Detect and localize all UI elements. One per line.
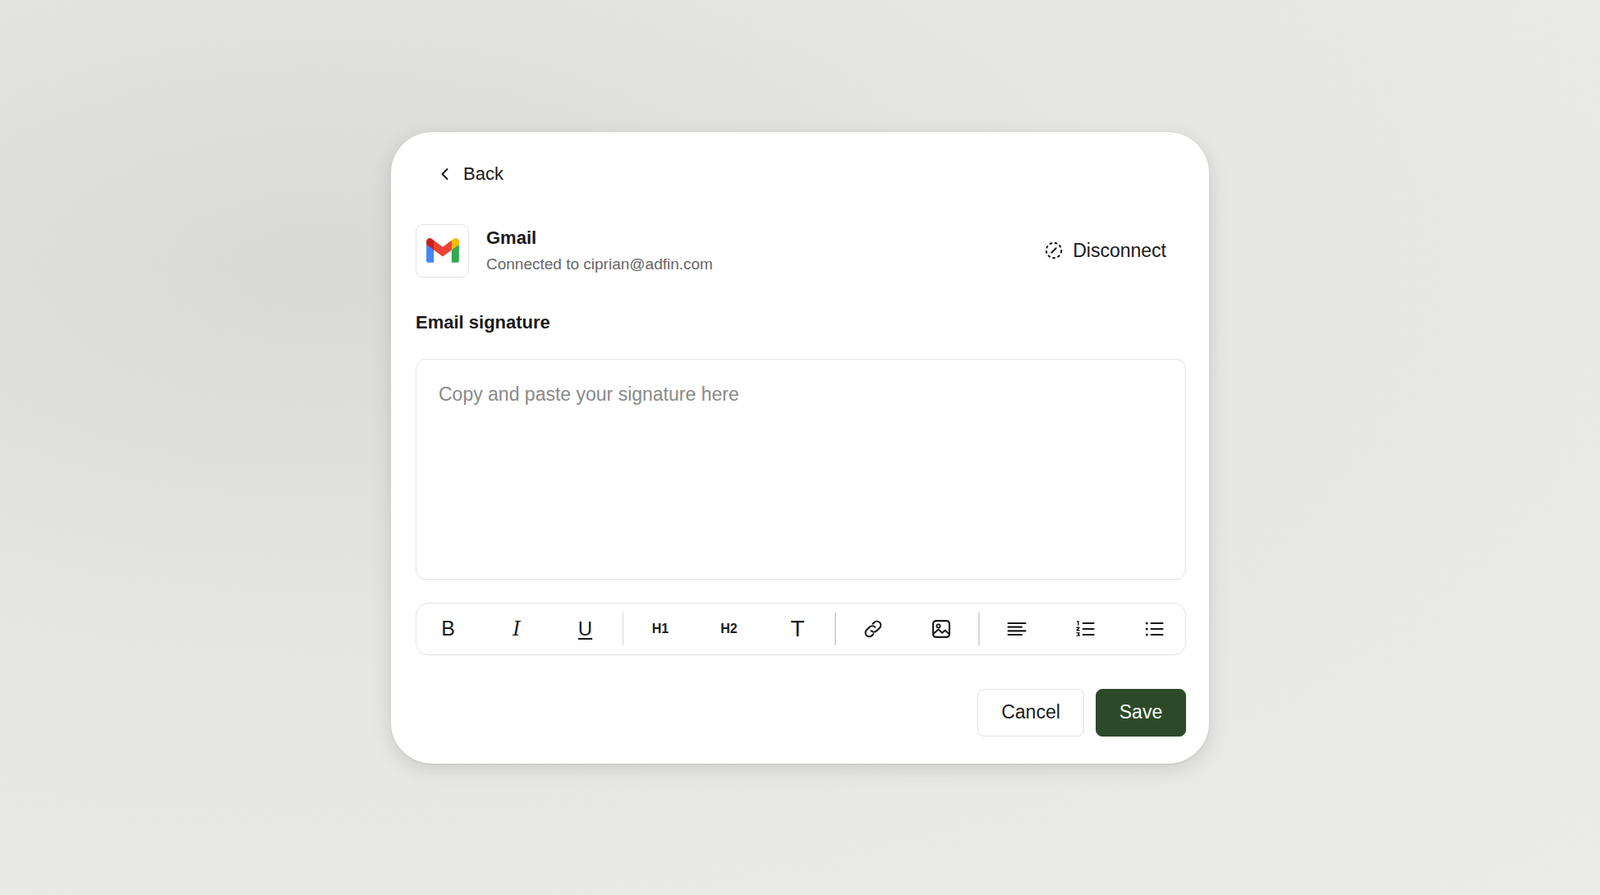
bullet-list-icon <box>1142 617 1166 641</box>
gmail-logo-box <box>415 224 469 278</box>
heading-button[interactable]: H1 <box>629 603 693 654</box>
formatting-toolbar: BIUH1H2T <box>415 602 1187 656</box>
toolbar-divider <box>978 612 980 646</box>
primary-button[interactable]: Save <box>1095 689 1187 737</box>
secondary-button[interactable]: Cancel <box>977 689 1085 737</box>
ordered-list-icon <box>1073 617 1097 641</box>
heading-button[interactable]: T <box>766 603 830 654</box>
format-button[interactable]: B <box>416 603 480 654</box>
format-button[interactable]: U <box>553 603 617 654</box>
toolbar-divider <box>622 612 625 646</box>
bullet-list-button[interactable] <box>1121 603 1186 654</box>
integration-name: Gmail <box>486 227 1018 249</box>
gmail-logo-icon <box>426 238 460 263</box>
connection-status: Connected to ciprian@adfin.com <box>486 255 1018 274</box>
section-title: Email signature <box>415 312 1187 336</box>
heading-button[interactable]: H2 <box>697 603 761 654</box>
disconnect-icon <box>1043 239 1065 262</box>
disconnect-label: Disconnect <box>1072 239 1167 263</box>
link-button[interactable] <box>841 603 905 654</box>
signature-editor[interactable] <box>415 358 1187 580</box>
image-icon <box>929 617 953 641</box>
chevron-left-icon <box>436 165 454 183</box>
ordered-list-button[interactable] <box>1053 603 1118 654</box>
integration-info: Gmail Connected to ciprian@adfin.com <box>486 227 1018 274</box>
align-left-icon <box>1005 617 1029 641</box>
link-icon <box>861 617 885 641</box>
format-button[interactable]: I <box>485 603 549 654</box>
integration-row: Gmail Connected to ciprian@adfin.com Disco… <box>415 224 1187 278</box>
toolbar-divider <box>834 612 837 646</box>
back-button[interactable]: Back <box>436 161 504 187</box>
align-button[interactable] <box>984 603 1049 654</box>
page: Back Gmail Connected to ciprian@adfin.com D… <box>0 0 1600 895</box>
image-button[interactable] <box>910 603 974 654</box>
back-label: Back <box>463 163 504 185</box>
dialog-actions: CancelSave <box>415 689 1187 737</box>
disconnect-button[interactable]: Disconnect <box>1034 231 1187 271</box>
gmail-settings-dialog: Back Gmail Connected to ciprian@adfin.com D… <box>390 132 1210 764</box>
